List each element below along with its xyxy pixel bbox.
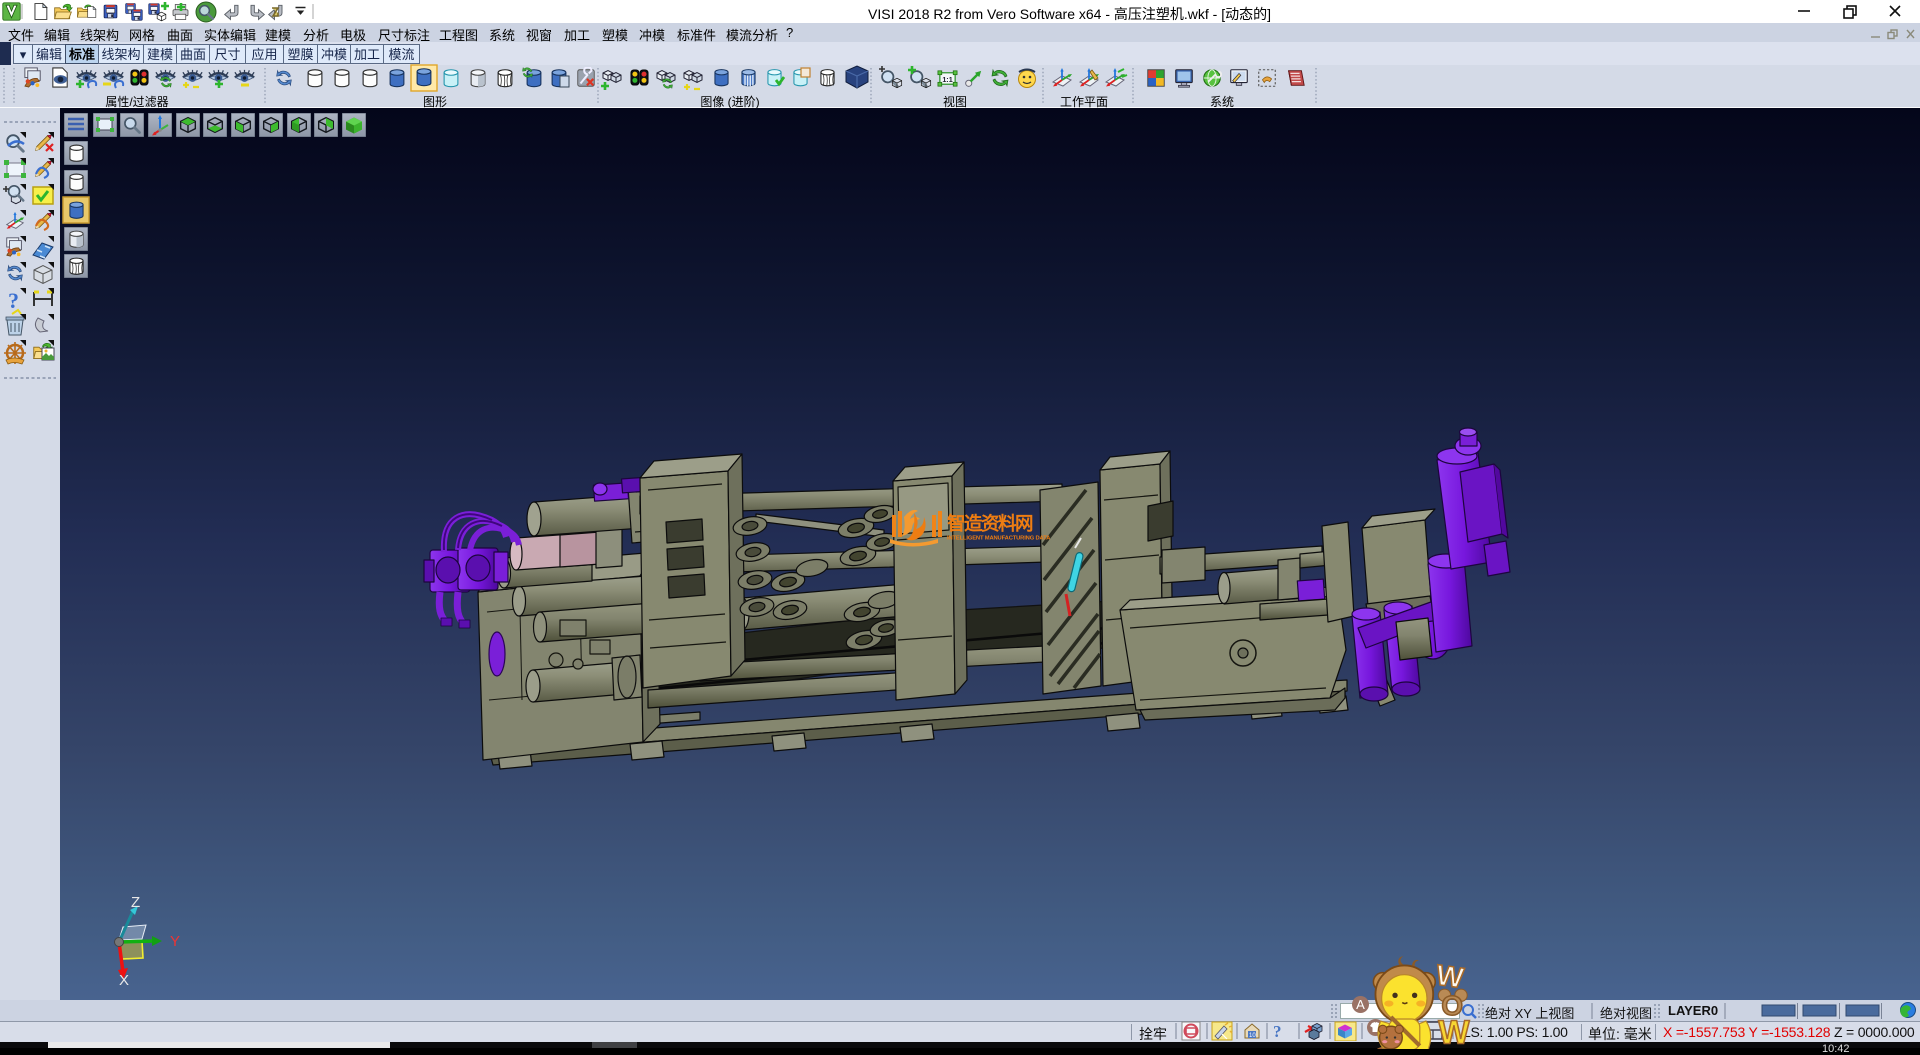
svg-text:10: 10 <box>1249 1033 1256 1039</box>
svg-text:智造资料网: 智造资料网 <box>947 513 1033 534</box>
svg-text:?: ? <box>1273 1022 1282 1041</box>
svg-text:W: W <box>1438 1014 1470 1049</box>
svg-text:Z: Z <box>131 894 140 911</box>
svg-text:INTELLIGENT MANUFACTURING DATA: INTELLIGENT MANUFACTURING DATA <box>947 536 1051 542</box>
svg-text:X: X <box>119 972 129 989</box>
svg-text:Y: Y <box>170 933 180 950</box>
